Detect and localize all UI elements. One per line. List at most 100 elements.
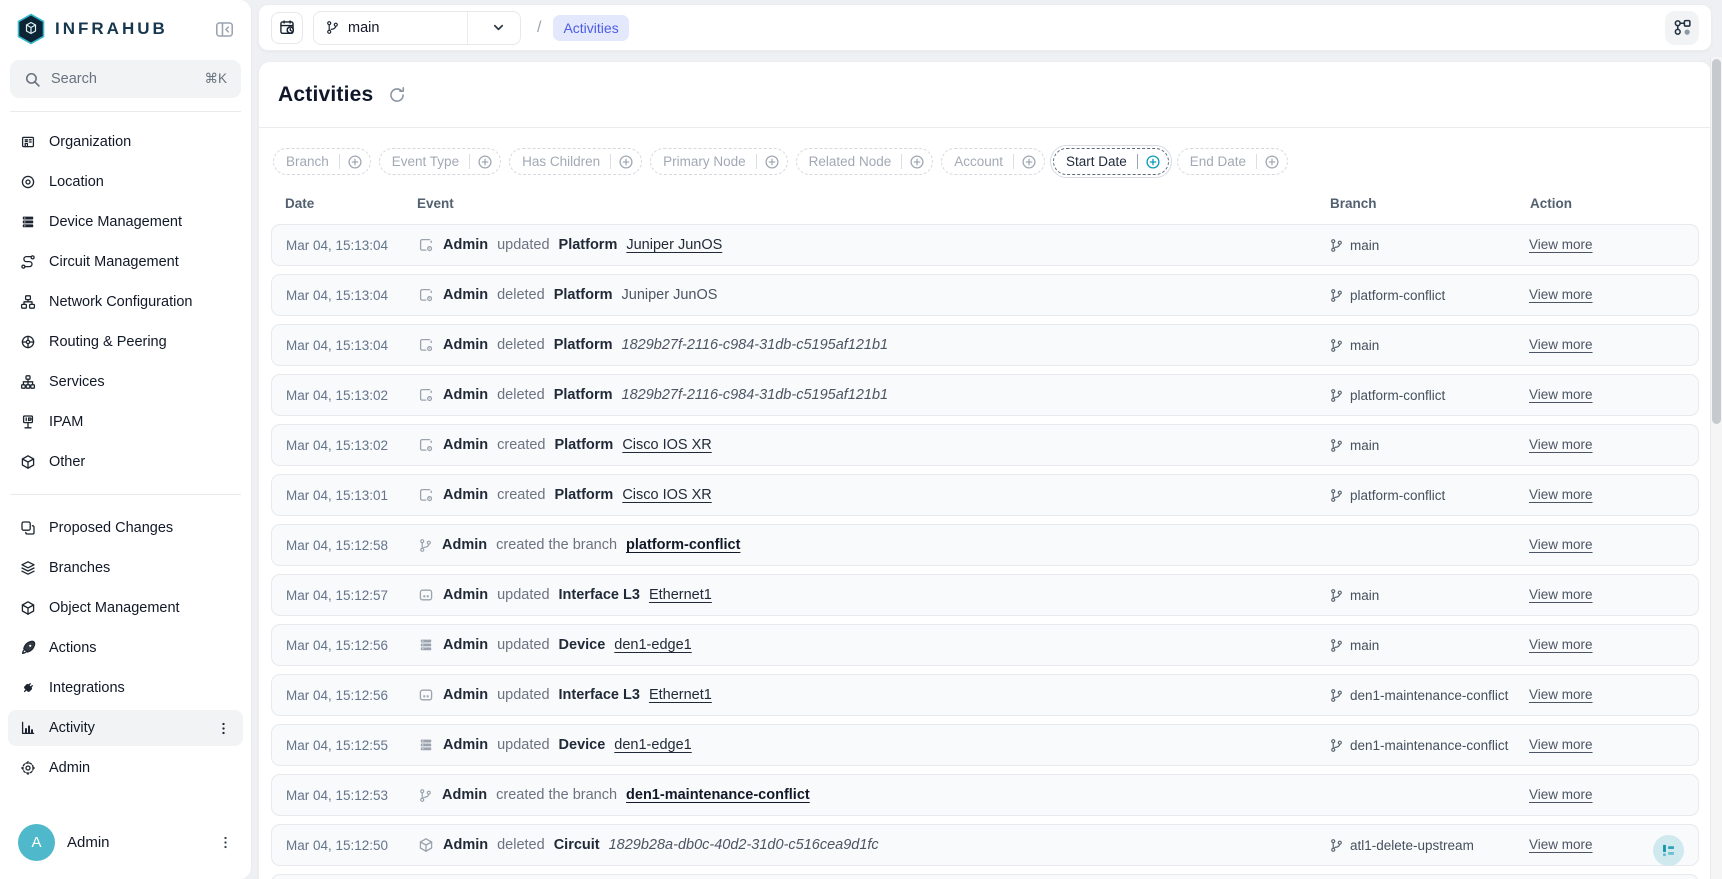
row-event: AdmindeletedCircuit1829b28a-db0c-40d2-31… [418,837,1329,853]
tree-widget-icon[interactable] [1653,835,1684,866]
view-more-link[interactable]: View more [1529,287,1593,302]
sidebar-group-tools: Proposed Changes Branches Object Managemen… [8,510,243,786]
sidebar-header: INFRAHUB [0,0,251,58]
row-verb: created [497,437,545,453]
sidebar-item-proposed-changes[interactable]: Proposed Changes [8,510,243,546]
panel-left-collapse-icon[interactable] [211,16,237,42]
view-more-link[interactable]: View more [1529,387,1593,402]
sidebar-item-ipam[interactable]: IPAM [8,404,243,440]
row-object-name[interactable]: den1-maintenance-conflict [626,787,810,803]
filter-chip-branch[interactable]: Branch [273,148,371,175]
filter-chip-event-type[interactable]: Event Type [379,148,501,175]
kebab-icon[interactable] [216,721,231,736]
row-object-name[interactable]: Ethernet1 [649,587,712,603]
view-more-link[interactable]: View more [1529,587,1593,602]
sidebar-item-branches[interactable]: Branches [8,550,243,586]
breadcrumb-current[interactable]: Activities [553,15,628,41]
row-actor: Admin [443,437,488,453]
git-branch-icon [1329,838,1344,853]
view-more-link[interactable]: View more [1529,537,1593,552]
schema-icon[interactable] [1665,11,1699,45]
row-action: View more [1529,686,1684,704]
sidebar-item-integrations[interactable]: Integrations [8,670,243,706]
filter-chip-has-children[interactable]: Has Children [509,148,642,175]
route-icon [20,254,36,270]
row-object-name[interactable]: Cisco IOS XR [622,487,711,503]
filter-chip-start-date[interactable]: Start Date [1053,148,1169,175]
view-more-link[interactable]: View more [1529,837,1593,852]
row-verb: deleted [497,287,545,303]
row-actor: Admin [443,687,488,703]
filter-chip-account[interactable]: Account [941,148,1045,175]
main-area: main / Activities Activities [258,0,1712,879]
filter-chip-primary-node[interactable]: Primary Node [650,148,788,175]
sidebar-item-services[interactable]: Services [8,364,243,400]
view-more-link[interactable]: View more [1529,437,1593,452]
avatar: A [18,824,55,861]
row-branch: main [1329,338,1529,353]
view-more-link[interactable]: View more [1529,787,1593,802]
row-object-name[interactable]: platform-conflict [626,537,740,553]
view-more-link[interactable]: View more [1529,687,1593,702]
search-icon [24,71,41,88]
row-actor: Admin [443,637,488,653]
view-more-link[interactable]: View more [1529,637,1593,652]
ip-monitor-icon [20,414,36,430]
row-object-name[interactable]: Ethernet1 [649,687,712,703]
row-verb: created the branch [496,537,617,553]
sidebar-item-organization[interactable]: Organization [8,124,243,160]
filter-chip-related-node[interactable]: Related Node [796,148,934,175]
branch-selector-divider [467,12,468,44]
platform-node-icon [418,487,434,503]
row-branch: main [1329,238,1529,253]
sidebar-item-location[interactable]: Location [8,164,243,200]
column-header-event: Event [417,196,1330,211]
sidebar-item-activity[interactable]: Activity [8,710,243,746]
filter-chip-label: End Date [1178,154,1256,169]
sidebar-item-actions[interactable]: Actions [8,630,243,666]
refresh-icon[interactable] [386,84,408,106]
sidebar-item-label: Admin [49,760,231,776]
view-more-link[interactable]: View more [1529,487,1593,502]
activity-row: Mar 04, 15:12:57AdminupdatedInterface L3… [271,574,1699,616]
circle-plus-icon [902,154,932,170]
view-more-link[interactable]: View more [1529,737,1593,752]
sidebar-item-label: Network Configuration [49,294,231,310]
row-object-name[interactable]: den1-edge1 [614,737,691,753]
sidebar-item-object-management[interactable]: Object Management [8,590,243,626]
filter-chip-end-date[interactable]: End Date [1177,148,1288,175]
row-actor: Admin [443,387,488,403]
sidebar-item-device-management[interactable]: Device Management [8,204,243,240]
row-event: AdmindeletedPlatform1829b27f-2116-c984-3… [418,337,1329,353]
calendar-clock-icon[interactable] [271,12,303,44]
sidebar-item-admin[interactable]: Admin [8,750,243,786]
breadcrumb-separator: / [537,19,541,37]
platform-node-icon [418,387,434,403]
git-branch-icon [1329,438,1344,453]
row-event: AdmincreatedPlatformCisco IOS XR [418,437,1329,453]
row-actor: Admin [443,837,488,853]
filter-chip-label: Event Type [380,154,469,169]
scrollbar-thumb[interactable] [1712,59,1721,424]
search-input[interactable]: Search ⌘K [10,60,241,98]
kebab-icon[interactable] [218,835,233,850]
sidebar-item-network-configuration[interactable]: Network Configuration [8,284,243,320]
view-more-link[interactable]: View more [1529,237,1593,252]
row-date: Mar 04, 15:12:55 [286,738,418,753]
sidebar-item-other[interactable]: Other [8,444,243,480]
filter-chip-label: Branch [274,154,339,169]
user-menu[interactable]: A Admin [8,818,243,867]
git-branch-icon [325,20,340,35]
row-object-name[interactable]: den1-edge1 [614,637,691,653]
search-placeholder: Search [51,71,194,87]
row-object-name[interactable]: Juniper JunOS [626,237,722,253]
sidebar-item-routing-peering[interactable]: Routing & Peering [8,324,243,360]
branch-selector[interactable]: main [313,11,521,45]
sidebar: INFRAHUB Search ⌘K Organization Location D… [0,0,252,879]
sidebar-item-circuit-management[interactable]: Circuit Management [8,244,243,280]
circle-plus-icon [611,154,641,170]
vertical-scrollbar[interactable] [1710,57,1722,879]
row-object-name[interactable]: Cisco IOS XR [622,437,711,453]
view-more-link[interactable]: View more [1529,337,1593,352]
git-branch-icon [1329,388,1344,403]
